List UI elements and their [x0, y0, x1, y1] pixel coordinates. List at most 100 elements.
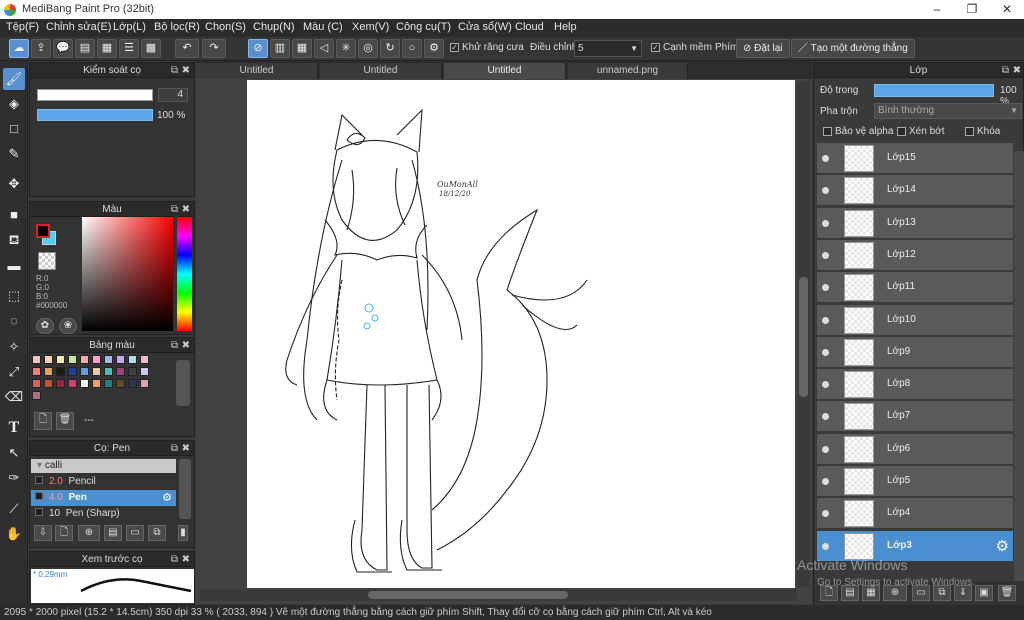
visibility-eye-icon[interactable]	[822, 219, 829, 227]
visibility-eye-icon[interactable]	[822, 413, 829, 421]
move-tool-icon[interactable]: ✥	[3, 173, 25, 195]
select-tool-icon[interactable]: ⬚	[3, 285, 25, 307]
visibility-eye-icon[interactable]	[822, 251, 829, 259]
palette-swatch[interactable]	[140, 355, 149, 364]
protect-alpha-checkbox[interactable]: Bảo vệ alpha	[823, 126, 893, 137]
adjust-dropdown[interactable]: 5 ▼	[574, 40, 642, 57]
palette-swatch[interactable]	[68, 355, 77, 364]
snap-off-icon[interactable]: ⊘	[248, 39, 268, 58]
parallel-snap-icon[interactable]: ▥	[270, 39, 290, 58]
close-icon[interactable]: ✖	[182, 338, 190, 353]
reset-button[interactable]: ⊘ Đặt lại	[736, 39, 790, 58]
palette-swatch[interactable]	[68, 379, 77, 388]
transparent-color-swatch[interactable]	[38, 252, 56, 270]
layer-opacity-slider[interactable]	[874, 84, 994, 97]
popout-icon[interactable]: ⧉	[171, 202, 178, 217]
layer-row[interactable]: Lớp15	[817, 143, 1013, 174]
palette-swatch[interactable]	[32, 391, 41, 400]
brush-tool-icon[interactable]: 🖌	[3, 68, 25, 90]
smooth-edge-checkbox[interactable]: ✓ Cạnh mềm	[651, 42, 712, 53]
layer-row[interactable]: Lớp6	[817, 433, 1013, 465]
close-icon[interactable]: ✖	[182, 63, 190, 78]
palette-swatch[interactable]	[128, 379, 137, 388]
layer-row[interactable]: Lớp13	[817, 207, 1013, 239]
horizontal-scroll-thumb[interactable]	[368, 591, 568, 599]
palette-swatch[interactable]	[104, 367, 113, 376]
eyedropper-tool-icon[interactable]: ⟋	[3, 498, 25, 520]
palette-swatch[interactable]	[104, 355, 113, 364]
restore-button[interactable]: ❐	[955, 0, 989, 19]
palette-swatch[interactable]	[56, 355, 65, 364]
brush-item-pen[interactable]: 4.0 Pen ⚙	[31, 490, 176, 506]
brush-download-icon[interactable]: ⇩	[34, 525, 52, 541]
tab-unnamed-png[interactable]: unnamed.png	[568, 63, 688, 79]
grid-snap-icon[interactable]: ▦	[292, 39, 312, 58]
visibility-eye-icon[interactable]	[822, 348, 829, 356]
palette-swatch[interactable]	[116, 367, 125, 376]
visibility-eye-icon[interactable]	[822, 155, 829, 162]
popout-icon[interactable]: ⧉	[1002, 63, 1009, 78]
comment-icon[interactable]: 💬	[53, 39, 73, 58]
palette-swatch[interactable]	[92, 355, 101, 364]
popout-icon[interactable]: ⧉	[171, 441, 178, 456]
popout-icon[interactable]: ⧉	[171, 338, 178, 353]
hand-tool-icon[interactable]: ✋	[3, 523, 25, 545]
popout-icon[interactable]: ⧉	[171, 552, 178, 567]
vertical-scrollbar[interactable]	[797, 82, 810, 587]
close-icon[interactable]: ✖	[182, 441, 190, 456]
palette-swatch[interactable]	[56, 379, 65, 388]
palette-swatch[interactable]	[44, 367, 53, 376]
palette-swatch[interactable]	[128, 367, 137, 376]
straight-line-button[interactable]: ／ Tạo một đường thẳng	[791, 39, 915, 58]
tab-untitled-1[interactable]: Untitled	[196, 63, 318, 79]
lock-checkbox[interactable]: Khóa	[965, 126, 1000, 137]
visibility-eye-icon[interactable]	[822, 284, 829, 292]
menu-help[interactable]: Help	[554, 21, 577, 33]
bucket-tool-icon[interactable]: ⛾	[3, 229, 25, 251]
saturation-value-picker[interactable]	[82, 217, 173, 331]
visibility-eye-icon[interactable]	[822, 510, 829, 518]
palette-swatch[interactable]	[104, 379, 113, 388]
visibility-eye-icon[interactable]	[822, 316, 829, 324]
palette-swatch[interactable]	[116, 355, 125, 364]
vertical-scroll-thumb[interactable]	[799, 277, 808, 397]
gear-icon[interactable]: ⚙	[162, 490, 172, 506]
circle-snap-icon[interactable]: ◎	[358, 39, 378, 58]
palette-swatch[interactable]	[56, 367, 65, 376]
select-pen-tool-icon[interactable]: ⤢	[3, 361, 25, 383]
palette-scrollbar[interactable]	[176, 360, 190, 406]
ellipse-snap-icon[interactable]: ○	[402, 39, 422, 58]
menu-edit[interactable]: Chỉnh sửa(E)	[46, 21, 111, 33]
magic-wand-tool-icon[interactable]: ✧	[3, 336, 25, 358]
new-brush-icon[interactable]: 🗋	[55, 525, 73, 541]
select-eraser-tool-icon[interactable]: ⌫	[3, 386, 25, 408]
gradient-tool-icon[interactable]: ▬	[3, 255, 25, 277]
drawing-canvas[interactable]: OuMonAll 18/12/20	[247, 80, 795, 588]
menu-window[interactable]: Cửa sổ(W)	[458, 21, 512, 33]
palette-swatch[interactable]	[128, 355, 137, 364]
menu-snap[interactable]: Chụp(N)	[253, 21, 295, 33]
brush-opacity-slider[interactable]	[37, 109, 153, 121]
grid-panel-icon[interactable]: ▩	[141, 39, 161, 58]
blur-tool-icon[interactable]: ✎	[3, 143, 25, 165]
divide-tool-icon[interactable]: ✑	[3, 467, 25, 489]
layer-row[interactable]: Lớp7	[817, 401, 1013, 433]
palette-swatch[interactable]	[92, 379, 101, 388]
popout-icon[interactable]: ⧉	[171, 63, 178, 78]
layer-row[interactable]: Lớp10	[817, 304, 1013, 336]
layer-row[interactable]: Lớp11	[817, 272, 1013, 304]
hue-slider[interactable]	[177, 217, 192, 331]
palette-swatch[interactable]	[140, 367, 149, 376]
brush-item-pencil[interactable]: 2.0 Pencil	[31, 474, 176, 490]
menu-tools[interactable]: Công cụ(T)	[396, 21, 451, 33]
menu-file[interactable]: Tệp(F)	[6, 21, 39, 33]
clipping-checkbox[interactable]: Xén bớt	[897, 126, 944, 137]
layer-row[interactable]: Lớp5	[817, 466, 1013, 497]
radial-snap-icon[interactable]: ✳	[336, 39, 356, 58]
cloud-icon[interactable]: ☁	[9, 39, 29, 58]
tab-untitled-2[interactable]: Untitled	[320, 63, 442, 79]
menu-select[interactable]: Chọn(S)	[205, 21, 246, 33]
new-palette-icon[interactable]: 🗋	[34, 412, 52, 430]
brush-copy-icon[interactable]: ⧉	[148, 525, 166, 541]
layer-row[interactable]: Lớp4	[817, 498, 1013, 530]
